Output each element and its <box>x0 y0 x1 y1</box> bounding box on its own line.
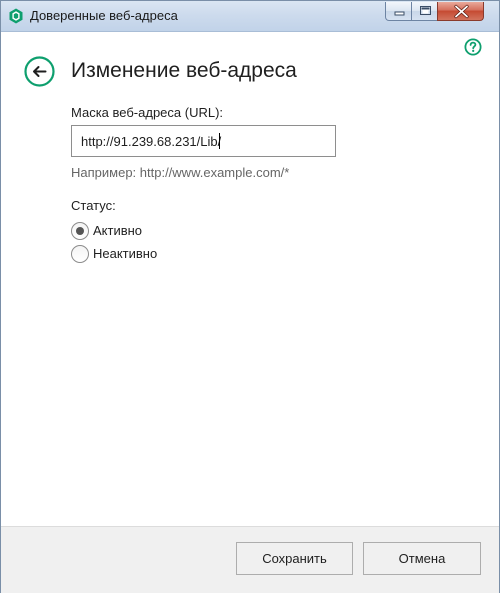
radio-button[interactable] <box>71 245 89 263</box>
kaspersky-shield-icon <box>9 8 23 24</box>
status-option-label: Неактивно <box>93 246 158 261</box>
minimize-button[interactable] <box>385 2 412 21</box>
url-mask-label: Маска веб-адреса (URL): <box>71 105 224 120</box>
url-mask-input[interactable] <box>71 125 336 157</box>
help-icon[interactable] <box>464 38 482 56</box>
window-title: Доверенные веб-адреса <box>30 8 178 23</box>
page-title: Изменение веб-адреса <box>71 59 297 82</box>
status-option-label: Активно <box>93 223 143 238</box>
title-bar[interactable]: Доверенные веб-адреса <box>1 1 499 32</box>
radio-button-selected[interactable] <box>71 222 89 240</box>
minimize-icon <box>394 11 405 16</box>
back-button[interactable] <box>24 56 55 87</box>
maximize-button[interactable] <box>411 2 438 21</box>
maximize-icon <box>420 6 431 15</box>
cancel-button[interactable]: Отмена <box>363 542 481 575</box>
dialog-window: Доверенные веб-адреса Изменение веб-адре… <box>0 0 500 593</box>
dialog-footer: Сохранить Отмена <box>1 526 499 593</box>
status-label: Статус: <box>71 198 116 213</box>
text-caret <box>219 133 220 149</box>
close-icon <box>454 4 469 19</box>
url-example-hint: Например: http://www.example.com/* <box>71 165 290 180</box>
close-button[interactable] <box>437 2 484 21</box>
save-button[interactable]: Сохранить <box>236 542 353 575</box>
